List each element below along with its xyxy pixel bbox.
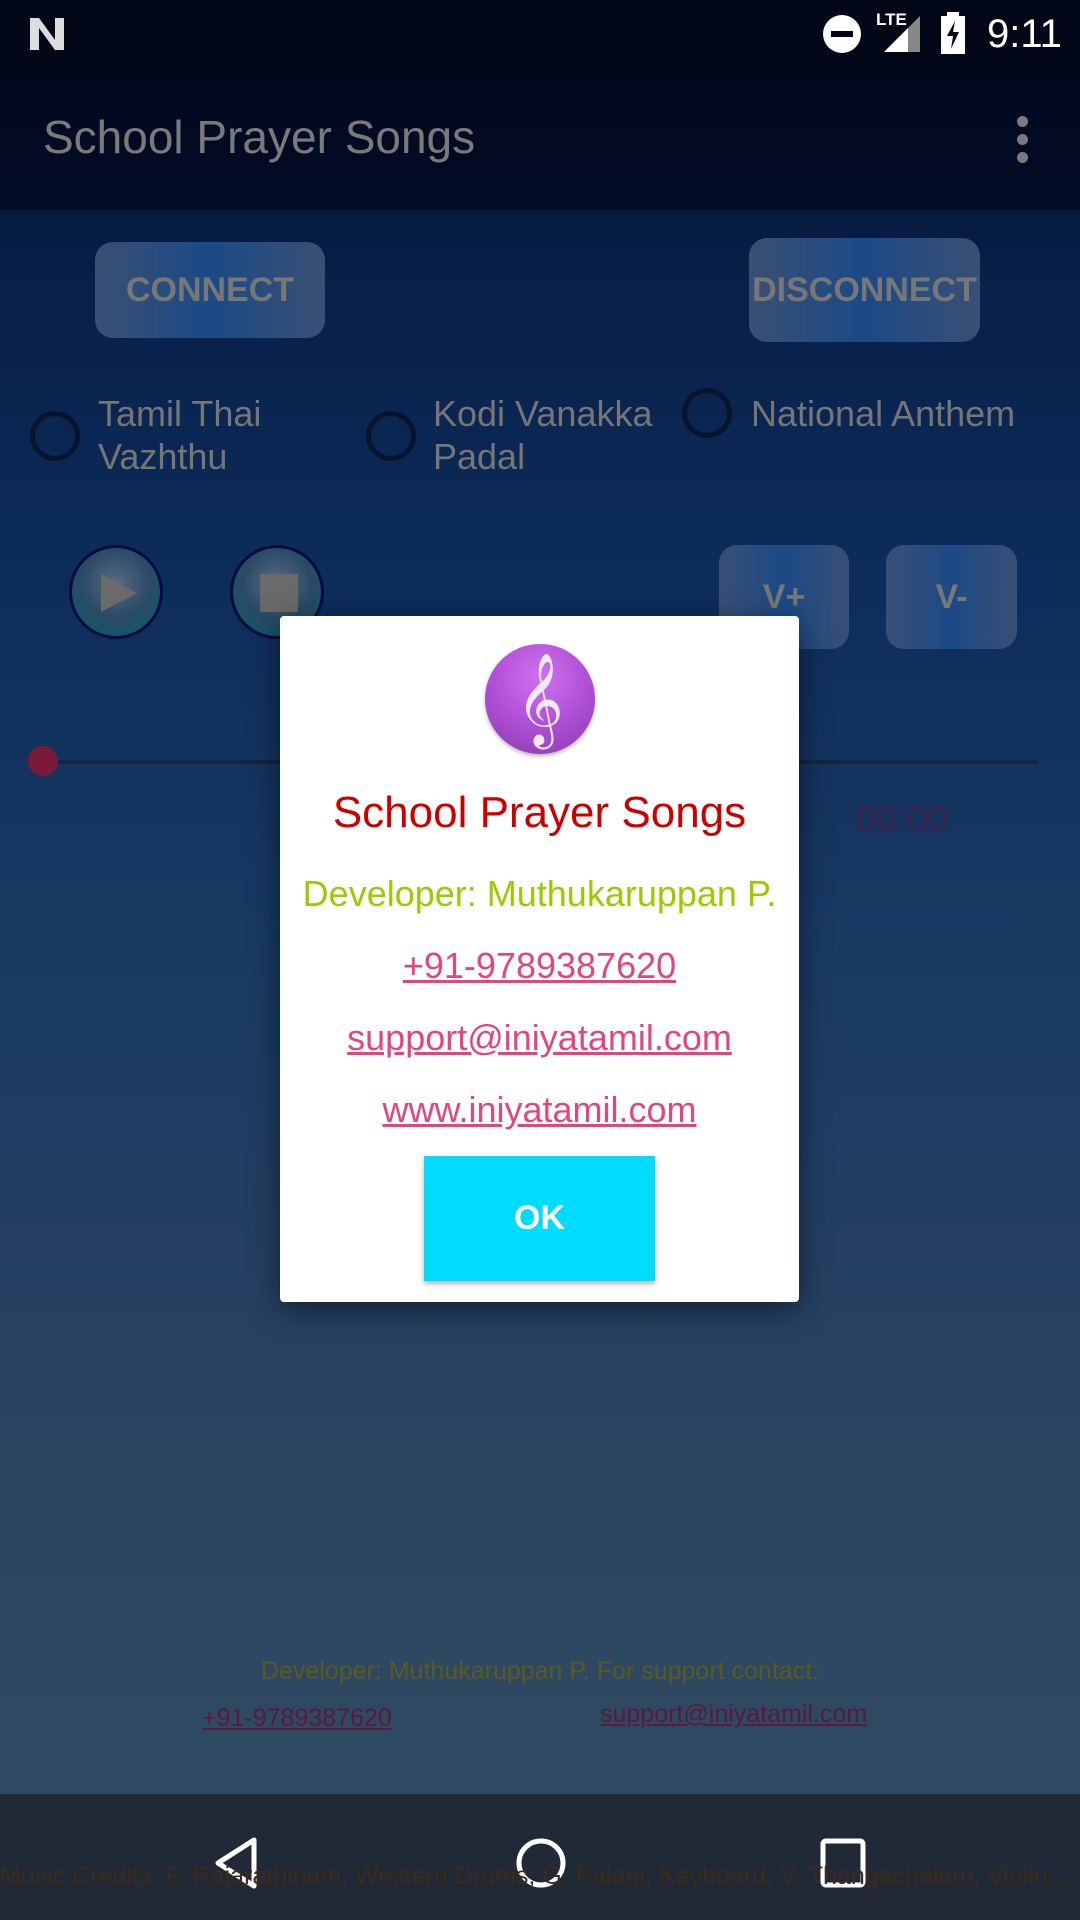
navigation-bar	[0, 1794, 1080, 1920]
footer-developer: Developer: Muthukaruppan P. For support …	[260, 1657, 820, 1685]
website-link[interactable]: www.iniyatamil.com	[382, 1089, 696, 1130]
phone-link[interactable]: +91-9789387620	[403, 945, 676, 986]
radio-label: Kodi Vanakka Padal	[433, 393, 653, 477]
overflow-menu-icon[interactable]	[1005, 110, 1040, 170]
app-title: School Prayer Songs	[43, 111, 476, 163]
ok-button[interactable]: OK	[424, 1156, 655, 1281]
signal-icon	[884, 16, 920, 52]
do-not-disturb-icon	[823, 15, 861, 53]
volume-down-button[interactable]: V-	[886, 545, 1017, 649]
footer-phone-link[interactable]: +91-9789387620	[202, 1704, 392, 1733]
footer-email-link[interactable]: support@iniyatamil.com	[600, 1700, 867, 1729]
radio-national-anthem[interactable]	[682, 388, 732, 438]
connect-button[interactable]: CONNECT	[95, 242, 325, 338]
clock: 9:11	[987, 12, 1062, 56]
n-notification-icon	[30, 18, 64, 50]
radio-tamil-thai-vazhthu[interactable]	[30, 411, 80, 461]
radio-label: National Anthem	[751, 393, 1016, 434]
elapsed-time: 00:00	[857, 798, 948, 839]
seek-thumb[interactable]	[28, 746, 58, 776]
about-dialog: 𝄞 School Prayer Songs Developer: Muthuka…	[280, 616, 799, 1302]
disconnect-button[interactable]: DISCONNECT	[749, 238, 980, 342]
dialog-developer: Developer: Muthukaruppan P.	[302, 873, 777, 914]
radio-label: Tamil Thai Vazhthu	[98, 393, 262, 477]
play-icon	[101, 574, 137, 612]
dialog-title: School Prayer Songs	[332, 788, 747, 837]
stop-icon	[260, 574, 298, 612]
play-button[interactable]	[69, 545, 163, 639]
treble-clef-icon: 𝄞	[485, 644, 595, 754]
status-bar: LTE 9:11	[0, 0, 1080, 84]
email-link[interactable]: support@iniyatamil.com	[347, 1017, 732, 1058]
radio-kodi-vanakka-padal[interactable]	[366, 411, 416, 461]
battery-charging-icon	[941, 12, 965, 54]
music-credits: Music Credits: P. Rajarathinam, Western …	[0, 1862, 1069, 1890]
